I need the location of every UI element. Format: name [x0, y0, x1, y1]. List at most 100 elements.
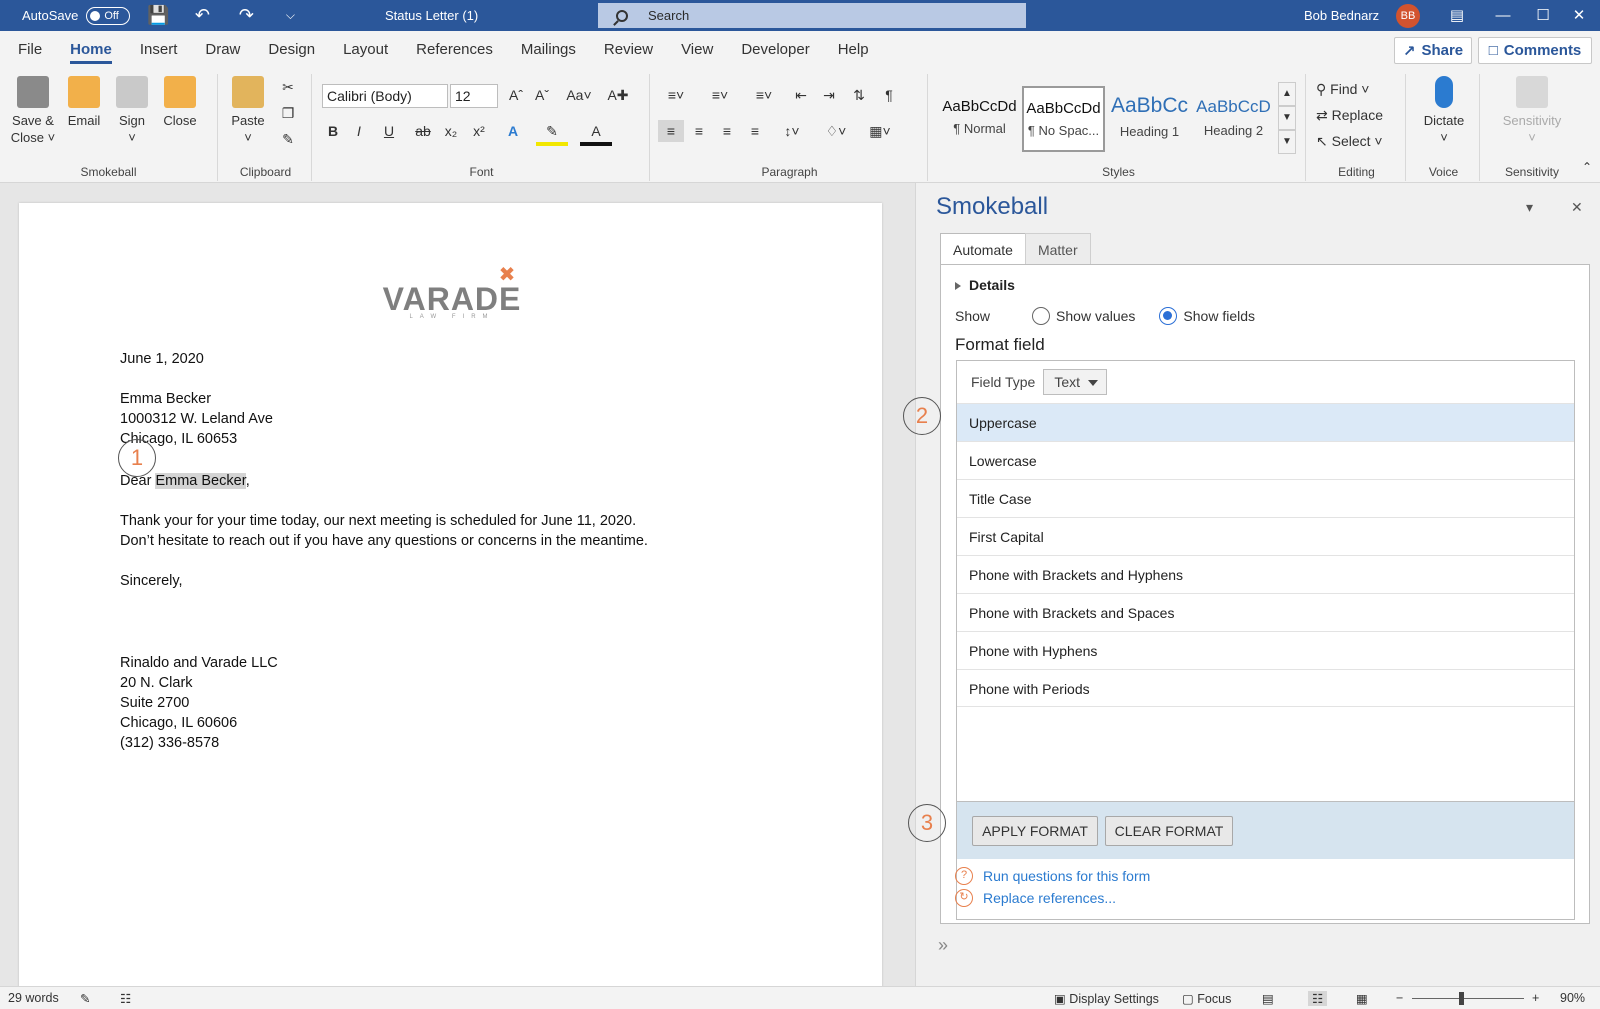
clear-formatting-icon[interactable]: A✚ — [606, 84, 630, 106]
show-fields-label[interactable]: Show fields — [1183, 308, 1255, 324]
select-button[interactable]: ↖ Select ˅ — [1316, 130, 1383, 152]
field-type-select[interactable]: Text — [1043, 369, 1108, 395]
undo-icon[interactable]: ↶ — [188, 5, 216, 26]
tab-insert[interactable]: Insert — [126, 31, 192, 68]
change-case-icon[interactable]: Aa˅ — [562, 84, 596, 106]
document-page[interactable]: ✖ VARADE LAW FIRM June 1, 2020 Emma Beck… — [19, 203, 882, 986]
tab-automate[interactable]: Automate — [940, 233, 1026, 265]
print-layout-icon[interactable]: ☷ — [1308, 991, 1328, 1006]
style-heading-1[interactable]: AaBbCc Heading 1 — [1108, 86, 1191, 152]
underline-icon[interactable]: U — [374, 120, 404, 142]
format-painter-icon[interactable]: ✎ — [276, 128, 300, 150]
strikethrough-icon[interactable]: ab — [410, 120, 436, 142]
email-button[interactable]: Email — [62, 76, 106, 129]
show-values-radio[interactable] — [1032, 307, 1051, 325]
font-name-select[interactable]: Calibri (Body) — [322, 84, 448, 108]
tab-draw[interactable]: Draw — [191, 31, 254, 68]
ribbon-display-icon[interactable]: ▤ — [1434, 0, 1480, 31]
clear-format-button[interactable]: CLEAR FORMAT — [1105, 816, 1233, 846]
tab-references[interactable]: References — [402, 31, 507, 68]
style-normal[interactable]: AaBbCcDd ¶ Normal — [938, 86, 1021, 152]
user-name[interactable]: Bob Bednarz — [1304, 0, 1379, 31]
avatar[interactable]: BB — [1396, 4, 1420, 28]
tab-help[interactable]: Help — [824, 31, 883, 68]
increase-indent-icon[interactable]: ⇥ — [816, 84, 842, 106]
replace-references-link[interactable]: ↻ Replace references... — [955, 889, 1116, 907]
style-heading-2[interactable]: AaBbCcD Heading 2 — [1192, 86, 1275, 152]
sensitivity-button[interactable]: Sensitivity ˅ — [1488, 76, 1576, 146]
italic-icon[interactable]: I — [348, 120, 370, 142]
zoom-level[interactable]: 90% — [1560, 991, 1585, 1005]
justify-icon[interactable]: ≡ — [742, 120, 768, 142]
format-option-first-capital[interactable]: First Capital — [957, 517, 1574, 555]
decrease-indent-icon[interactable]: ⇤ — [788, 84, 814, 106]
format-option-phone-brackets-hyphens[interactable]: Phone with Brackets and Hyphens — [957, 555, 1574, 593]
save-close-button[interactable]: Save & Close ˅ — [8, 76, 58, 146]
show-marks-icon[interactable]: ¶ — [876, 84, 902, 106]
sign-button[interactable]: Sign ˅ — [112, 76, 152, 146]
text-effects-icon[interactable]: A — [498, 120, 528, 142]
styles-scroll-down-icon[interactable]: ▼ — [1278, 106, 1296, 130]
zoom-slider[interactable] — [1412, 998, 1524, 999]
word-count[interactable]: 29 words — [8, 991, 59, 1005]
expand-pane-icon[interactable]: » — [938, 935, 948, 956]
display-settings[interactable]: ▣ Display Settings — [1054, 991, 1159, 1006]
styles-more-icon[interactable]: ▼ — [1278, 130, 1296, 154]
search-box[interactable]: Search — [598, 3, 1026, 28]
format-option-phone-periods[interactable]: Phone with Periods — [957, 669, 1574, 707]
zoom-in-icon[interactable]: + — [1532, 991, 1539, 1005]
format-option-title-case[interactable]: Title Case — [957, 479, 1574, 517]
align-right-icon[interactable]: ≡ — [714, 120, 740, 142]
tab-mailings[interactable]: Mailings — [507, 31, 590, 68]
borders-icon[interactable]: ▦˅ — [862, 120, 898, 142]
font-size-select[interactable]: 12 — [450, 84, 498, 108]
sort-icon[interactable]: ⇅ — [846, 84, 872, 106]
styles-scroll-up-icon[interactable]: ▲ — [1278, 82, 1296, 106]
find-button[interactable]: ⚲ Find ˅ — [1316, 78, 1369, 100]
proofing-icon[interactable]: ✎ — [80, 991, 90, 1006]
details-toggle[interactable]: Details — [955, 277, 1015, 293]
read-mode-icon[interactable]: ▤ — [1262, 991, 1274, 1006]
dictate-button[interactable]: Dictate ˅ — [1416, 76, 1472, 146]
share-button[interactable]: ↗ Share — [1394, 37, 1472, 64]
comments-button[interactable]: □ Comments — [1478, 37, 1592, 64]
bullets-icon[interactable]: ≡˅ — [658, 84, 694, 106]
apply-format-button[interactable]: APPLY FORMAT — [972, 816, 1098, 846]
copy-icon[interactable]: ❐ — [276, 102, 300, 124]
align-center-icon[interactable]: ≡ — [686, 120, 712, 142]
show-values-label[interactable]: Show values — [1056, 308, 1135, 324]
shading-icon[interactable]: ♢˅ — [818, 120, 854, 142]
merge-field-recipient[interactable]: Emma Becker — [155, 473, 246, 489]
highlight-icon[interactable]: ✎ — [536, 120, 568, 146]
tab-view[interactable]: View — [667, 31, 727, 68]
close-button[interactable]: Close — [158, 76, 202, 129]
zoom-out-icon[interactable]: − — [1396, 991, 1403, 1005]
tab-developer[interactable]: Developer — [727, 31, 823, 68]
tab-home[interactable]: Home — [56, 31, 126, 68]
pane-close-icon[interactable]: ✕ — [1571, 199, 1583, 216]
collapse-ribbon-icon[interactable]: ⌃ — [1578, 156, 1596, 178]
redo-icon[interactable]: ↷ — [232, 5, 260, 26]
web-layout-icon[interactable]: ▦ — [1356, 991, 1368, 1006]
tab-layout[interactable]: Layout — [329, 31, 402, 68]
line-spacing-icon[interactable]: ↕˅ — [774, 120, 810, 142]
zoom-slider-thumb[interactable] — [1459, 992, 1464, 1005]
close-window-icon[interactable]: ✕ — [1556, 0, 1600, 31]
accessibility-icon[interactable]: ☷ — [120, 991, 131, 1006]
format-option-phone-brackets-spaces[interactable]: Phone with Brackets and Spaces — [957, 593, 1574, 631]
numbering-icon[interactable]: ≡˅ — [702, 84, 738, 106]
multilevel-list-icon[interactable]: ≡˅ — [746, 84, 782, 106]
show-fields-radio[interactable] — [1159, 307, 1178, 325]
grow-font-icon[interactable]: Aˆ — [504, 84, 528, 106]
pane-options-icon[interactable]: ▾ — [1526, 199, 1533, 216]
superscript-icon[interactable]: x² — [466, 120, 492, 142]
format-option-phone-hyphens[interactable]: Phone with Hyphens — [957, 631, 1574, 669]
autosave[interactable]: AutoSave Off — [22, 0, 131, 31]
paste-button[interactable]: Paste ˅ — [228, 76, 268, 146]
cut-icon[interactable]: ✂ — [276, 76, 300, 98]
tab-file[interactable]: File — [4, 31, 56, 68]
shrink-font-icon[interactable]: Aˇ — [530, 84, 554, 106]
format-option-lowercase[interactable]: Lowercase — [957, 441, 1574, 479]
tab-design[interactable]: Design — [254, 31, 329, 68]
format-option-uppercase[interactable]: Uppercase — [957, 403, 1574, 441]
